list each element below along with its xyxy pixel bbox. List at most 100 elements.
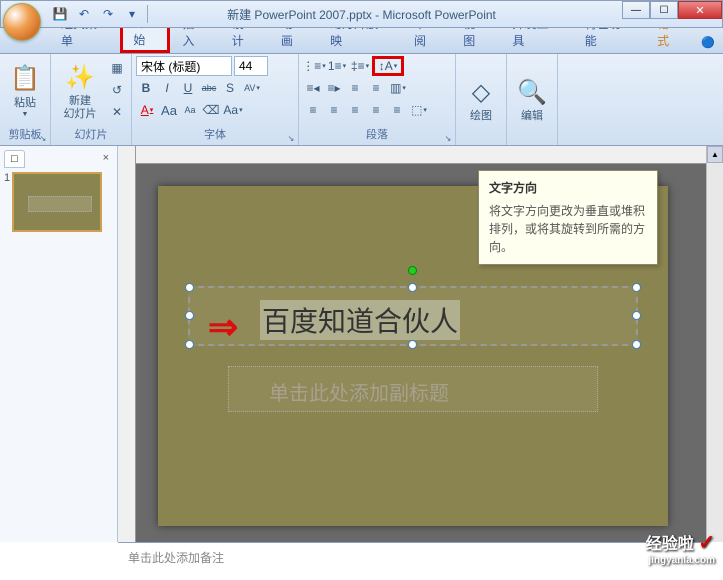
ruler-horizontal	[136, 146, 723, 164]
drawing-button[interactable]: ◇ 绘图	[460, 56, 502, 143]
tooltip-title: 文字方向	[489, 179, 647, 196]
subtitle-text-box[interactable]: 单击此处添加副标题	[228, 366, 598, 412]
qat-separator	[147, 5, 148, 23]
check-icon: ✓	[698, 532, 715, 554]
paste-button[interactable]: 📋 粘贴 ▼	[4, 56, 46, 125]
editing-button[interactable]: 🔍 编辑	[511, 56, 553, 143]
justify-button[interactable]: ≡	[366, 100, 386, 120]
new-slide-icon: ✨	[64, 61, 96, 93]
decrease-indent-button[interactable]: ≡◂	[303, 78, 323, 98]
maximize-button[interactable]	[650, 1, 678, 19]
reset-button[interactable]: ↺	[107, 80, 127, 100]
strikethrough-button[interactable]: abc	[199, 78, 219, 98]
shapes-icon: ◇	[465, 76, 497, 108]
new-slide-label: 新建 幻灯片	[64, 95, 97, 119]
change-case-button[interactable]: Aa	[222, 100, 244, 120]
office-button[interactable]	[3, 3, 41, 41]
align-text-button[interactable]: ≡	[345, 78, 365, 98]
paragraph-launcher[interactable]: ↘	[442, 132, 454, 144]
editing-label: 编辑	[521, 110, 543, 122]
title-bar: 💾 ↶ ↷ ▾ 新建 PowerPoint 2007.pptx - Micros…	[0, 0, 723, 28]
watermark-brand: 经验啦	[646, 536, 694, 553]
text-direction-button[interactable]: ↕A	[372, 56, 404, 76]
align-right-button[interactable]: ≡	[345, 100, 365, 120]
group-label-paragraph: 段落	[303, 125, 451, 143]
italic-button[interactable]: I	[157, 78, 177, 98]
scroll-up-icon[interactable]: ▲	[707, 146, 723, 163]
align-left-button[interactable]: ≡	[303, 100, 323, 120]
increase-indent-button[interactable]: ≡▸	[324, 78, 344, 98]
columns-button[interactable]: ▥	[387, 78, 409, 98]
resize-handle-n[interactable]	[408, 283, 417, 292]
resize-handle-se[interactable]	[632, 340, 641, 349]
char-spacing-button[interactable]: AV	[241, 78, 263, 98]
font-launcher[interactable]: ↘	[285, 132, 297, 144]
font-name-combo[interactable]: 宋体 (标题)	[136, 56, 232, 76]
resize-handle-nw[interactable]	[185, 283, 194, 292]
font-color-button[interactable]: A	[136, 100, 158, 120]
slide-thumbnail-panel: □ × 1	[0, 146, 118, 542]
redo-icon[interactable]: ↷	[97, 3, 119, 25]
watermark-url: jingyanla.com	[646, 555, 715, 566]
group-label-slides: 幻灯片	[55, 125, 127, 143]
minimize-button[interactable]	[622, 1, 650, 19]
chevron-down-icon: ▼	[22, 111, 29, 118]
window-title: 新建 PowerPoint 2007.pptx - Microsoft Powe…	[227, 6, 496, 23]
notes-pane[interactable]: 单击此处添加备注	[118, 542, 706, 572]
slide-number: 1	[4, 172, 10, 232]
watermark: 经验啦 ✓ jingyanla.com	[646, 530, 715, 566]
quick-access-toolbar: 💾 ↶ ↷ ▾	[49, 3, 150, 25]
vertical-scrollbar[interactable]: ▲	[706, 146, 723, 542]
font-size-combo[interactable]: 44	[234, 56, 268, 76]
ribbon-tabs: 经典菜单 开始 插入 设计 动画 幻灯片放映 审阅 视图 开发工具 特色功能 格…	[0, 28, 723, 54]
resize-handle-ne[interactable]	[632, 283, 641, 292]
find-icon: 🔍	[516, 76, 548, 108]
delete-slide-button[interactable]: ✕	[107, 102, 127, 122]
clear-format-button[interactable]: ⌫	[201, 100, 221, 120]
panel-close-icon[interactable]: ×	[99, 150, 113, 168]
title-text-box[interactable]: 百度知道合伙人	[188, 286, 638, 346]
group-editing: 🔍 编辑	[507, 54, 558, 145]
help-icon[interactable]: 🔵	[693, 32, 723, 53]
undo-icon[interactable]: ↶	[73, 3, 95, 25]
drawing-label: 绘图	[470, 110, 492, 122]
rotation-handle[interactable]	[408, 266, 417, 275]
align-middle-button[interactable]: ≡	[366, 78, 386, 98]
distribute-button[interactable]: ≡	[387, 100, 407, 120]
paste-label: 粘贴	[14, 97, 36, 109]
resize-handle-e[interactable]	[632, 311, 641, 320]
subtitle-placeholder: 单击此处添加副标题	[269, 377, 449, 406]
window-controls	[622, 1, 722, 19]
tooltip-text-direction: 文字方向 将文字方向更改为垂直或堆积排列，或将其旋转到所需的方向。	[478, 170, 658, 265]
underline-button[interactable]: U	[178, 78, 198, 98]
close-button[interactable]	[678, 1, 722, 19]
resize-handle-w[interactable]	[185, 311, 194, 320]
panel-tab-slides[interactable]: □	[4, 150, 25, 168]
tooltip-body: 将文字方向更改为垂直或堆积排列，或将其旋转到所需的方向。	[489, 202, 647, 256]
numbering-button[interactable]: 1≡	[326, 56, 348, 76]
line-spacing-button[interactable]: ‡≡	[349, 56, 371, 76]
slide-thumbnail-1[interactable]: 1	[4, 172, 113, 232]
smartart-button[interactable]: ⬚	[408, 100, 430, 120]
new-slide-button[interactable]: ✨ 新建 幻灯片	[55, 56, 105, 125]
shrink-font-button[interactable]: Aa	[180, 100, 200, 120]
save-icon[interactable]: 💾	[49, 3, 71, 25]
layout-button[interactable]: ▦	[107, 58, 127, 78]
group-clipboard: 📋 粘贴 ▼ 剪贴板 ↘	[0, 54, 51, 145]
resize-handle-s[interactable]	[408, 340, 417, 349]
title-text[interactable]: 百度知道合伙人	[260, 300, 460, 340]
paste-icon: 📋	[9, 63, 41, 95]
shadow-button[interactable]: S	[220, 78, 240, 98]
grow-font-button[interactable]: Aa	[159, 100, 179, 120]
clipboard-launcher[interactable]: ↘	[37, 132, 49, 144]
bold-button[interactable]: B	[136, 78, 156, 98]
group-label-font: 字体	[136, 125, 294, 143]
qat-dropdown-icon[interactable]: ▾	[121, 3, 143, 25]
group-slides: ✨ 新建 幻灯片 ▦ ↺ ✕ 幻灯片	[51, 54, 132, 145]
ribbon: 📋 粘贴 ▼ 剪贴板 ↘ ✨ 新建 幻灯片 ▦ ↺ ✕ 幻灯片 宋体 (标题)	[0, 54, 723, 146]
align-center-button[interactable]: ≡	[324, 100, 344, 120]
resize-handle-sw[interactable]	[185, 340, 194, 349]
ruler-vertical	[118, 146, 136, 542]
bullets-button[interactable]: ⋮≡	[303, 56, 325, 76]
thumbnail-image	[12, 172, 102, 232]
